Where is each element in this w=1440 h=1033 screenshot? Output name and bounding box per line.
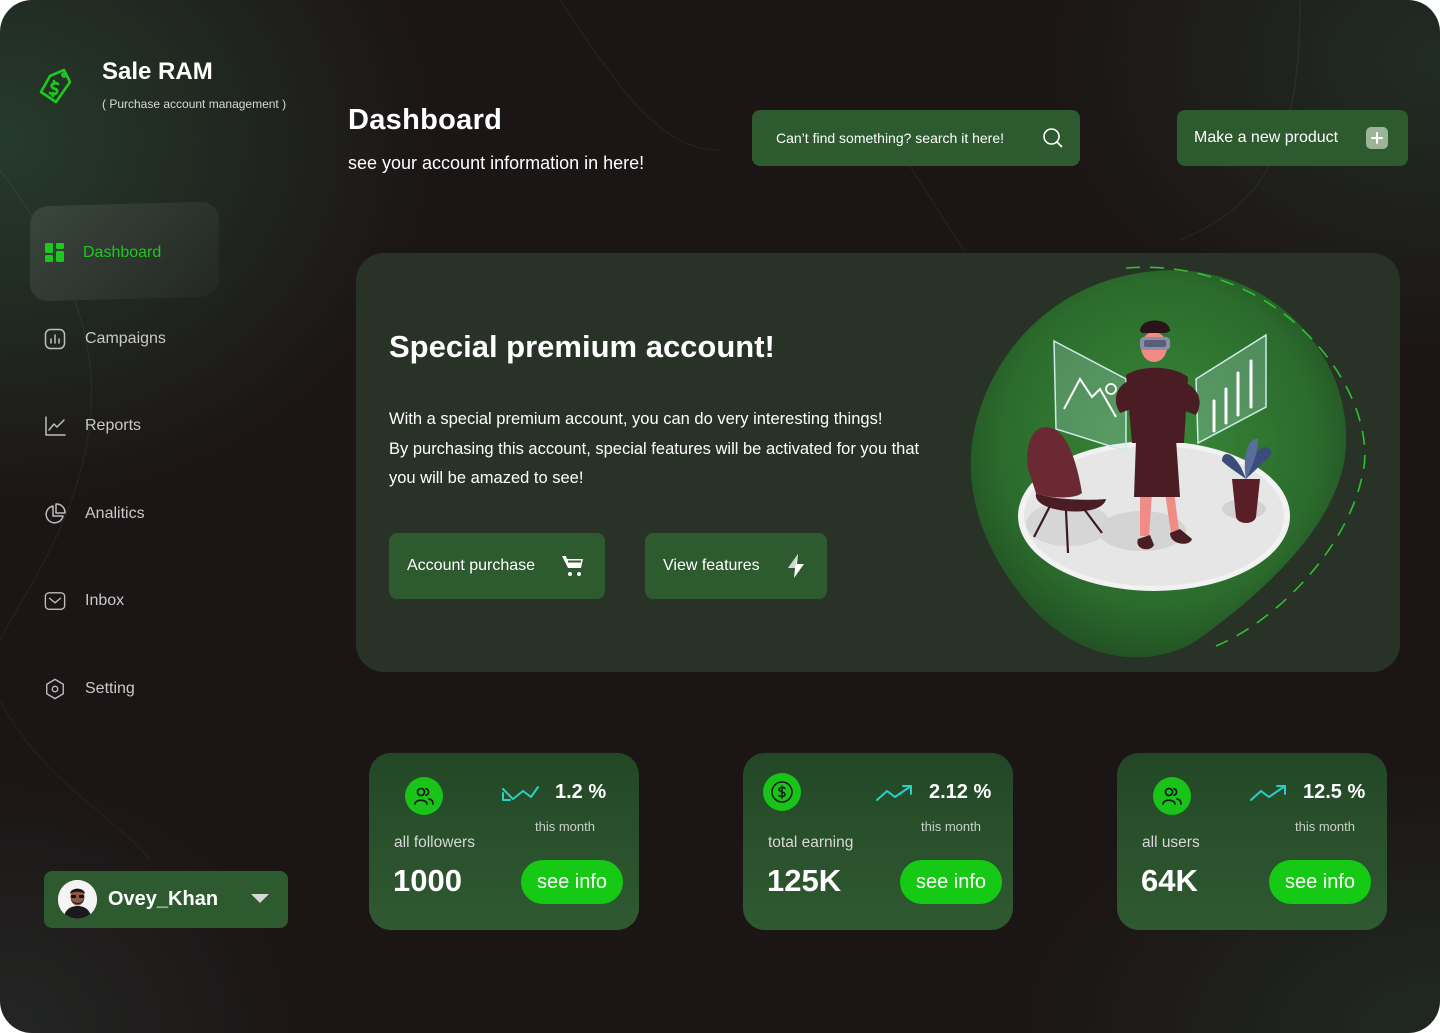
stat-value: 64K <box>1141 863 1198 898</box>
sidebar-item-label: Setting <box>85 680 135 697</box>
stat-period: this month <box>921 819 981 834</box>
users-icon <box>405 777 443 815</box>
hexagon-settings-icon <box>44 678 66 700</box>
line-chart-icon <box>44 415 66 437</box>
grid-icon <box>44 242 66 264</box>
see-info-button[interactable]: see info <box>900 860 1002 904</box>
banner-line: you will be amazed to see! <box>389 469 584 487</box>
make-new-product-button[interactable]: Make a new product <box>1177 110 1408 166</box>
account-purchase-button[interactable]: Account purchase <box>389 533 605 599</box>
stat-change: 12.5 % <box>1303 781 1366 803</box>
sidebar-item-inbox[interactable]: Inbox <box>44 590 124 612</box>
banner-description: With a special premium account, you can … <box>389 405 959 494</box>
sidebar-item-campaigns[interactable]: Campaigns <box>44 328 166 350</box>
view-features-label: View features <box>663 557 760 574</box>
cart-icon <box>562 556 583 576</box>
page-title: Dashboard <box>348 104 503 136</box>
trend-down-up-icon <box>502 786 539 801</box>
app-window: Sale RAM ( Purchase account management )… <box>0 0 1440 1033</box>
premium-banner: Special premium account! With a special … <box>356 253 1400 672</box>
page-subtitle: see your account information in here! <box>348 153 645 173</box>
view-features-button[interactable]: View features <box>645 533 827 599</box>
stat-change: 1.2 % <box>555 781 607 803</box>
vr-user-illustration <box>970 266 1366 658</box>
stat-card-users: 12.5 % this month all users 64K see info <box>1117 753 1387 930</box>
stat-card-earning: 2.12 % this month total earning 125K see… <box>743 753 1013 930</box>
banner-line: With a special premium account, you can … <box>389 410 883 428</box>
users-icon <box>1153 777 1191 815</box>
see-info-button[interactable]: see info <box>1269 860 1371 904</box>
avatar <box>58 880 97 919</box>
stat-period: this month <box>535 819 595 834</box>
sidebar-item-label: Campaigns <box>85 330 166 347</box>
make-new-product-label: Make a new product <box>1194 129 1339 146</box>
plus-icon <box>1366 127 1388 149</box>
sidebar-item-label: Reports <box>85 417 142 434</box>
stat-value: 125K <box>767 863 842 898</box>
sidebar-item-dashboard[interactable]: Dashboard <box>44 242 161 264</box>
sidebar-item-label: Inbox <box>85 592 125 609</box>
search-input[interactable]: Can’t find something? search it here! <box>752 110 1080 166</box>
search-placeholder: Can’t find something? search it here! <box>776 130 1005 146</box>
stat-card-followers: 1.2 % this month all followers 1000 see … <box>369 753 639 930</box>
banner-line: By purchasing this account, special feat… <box>389 439 920 458</box>
sidebar-item-label: Dashboard <box>83 244 162 261</box>
trend-up-icon <box>876 785 912 801</box>
dollar-coin-icon <box>763 773 801 811</box>
sidebar-item-analitics[interactable]: Analitics <box>44 503 145 525</box>
user-name: Ovey_Khan <box>108 888 219 910</box>
bar-chart-icon <box>44 328 66 350</box>
search-icon[interactable] <box>1042 127 1064 149</box>
banner-title: Special premium account! <box>389 329 775 364</box>
trend-up-icon <box>1250 785 1286 801</box>
stat-label: all followers <box>394 834 475 851</box>
inbox-icon <box>44 590 66 612</box>
lightning-icon <box>788 554 804 578</box>
price-tag-logo-icon <box>39 68 72 104</box>
chevron-down-icon[interactable] <box>250 893 270 905</box>
sidebar-item-label: Analitics <box>85 505 145 522</box>
stat-period: this month <box>1295 819 1355 834</box>
stat-value: 1000 <box>393 863 462 898</box>
sidebar-item-reports[interactable]: Reports <box>44 415 141 437</box>
user-profile-menu[interactable]: Ovey_Khan <box>44 871 288 928</box>
account-purchase-label: Account purchase <box>407 557 536 574</box>
stat-label: all users <box>1142 834 1200 851</box>
brand-name: Sale RAM <box>102 58 213 85</box>
stat-label: total earning <box>768 834 854 851</box>
sidebar-item-setting[interactable]: Setting <box>44 678 135 700</box>
brand-subtitle: ( Purchase account management ) <box>102 97 287 111</box>
stat-change: 2.12 % <box>929 781 992 803</box>
see-info-button[interactable]: see info <box>521 860 623 904</box>
pie-chart-icon <box>44 503 66 525</box>
